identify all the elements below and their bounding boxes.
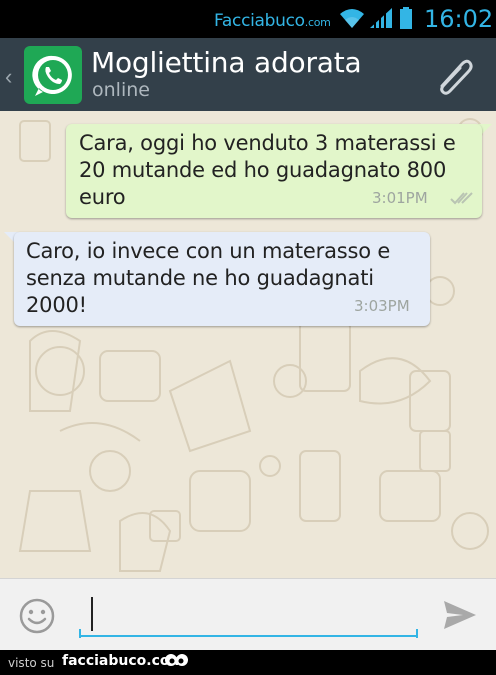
input-underline-right <box>416 629 418 638</box>
message-time: 3:01PM <box>372 189 428 207</box>
wifi-icon <box>340 9 364 28</box>
status-brand: Facciabuco.com <box>214 11 331 31</box>
contact-status: online <box>92 79 150 101</box>
battery-icon <box>400 7 412 29</box>
signal-icon <box>370 8 392 28</box>
message-text: Caro, io invece con un materasso e senza… <box>26 239 391 317</box>
send-icon[interactable] <box>441 598 479 632</box>
status-bar: Facciabuco.com 16:02 <box>0 0 496 38</box>
back-chevron-icon[interactable]: ‹ <box>5 64 12 90</box>
chat-header: ‹ Mogliettina adorata online <box>0 38 496 111</box>
message-bubble-incoming[interactable]: Caro, io invece con un materasso e senza… <box>14 232 430 326</box>
footer-prefix: visto su <box>8 656 55 670</box>
status-time: 16:02 <box>424 5 494 33</box>
message-time: 3:03PM <box>354 297 410 315</box>
smiley-icon[interactable] <box>18 597 56 635</box>
input-underline-left <box>79 629 81 638</box>
text-cursor <box>91 597 93 631</box>
composer-bar <box>0 578 496 650</box>
message-input[interactable] <box>79 595 418 637</box>
message-bubble-outgoing[interactable]: Cara, oggi ho venduto 3 materassi e 20 m… <box>66 124 482 218</box>
chat-area[interactable]: Cara, oggi ho venduto 3 materassi e 20 m… <box>0 111 496 578</box>
contact-name[interactable]: Mogliettina adorata <box>91 46 362 79</box>
attach-paperclip-icon[interactable] <box>432 56 474 96</box>
eyes-logo-icon <box>165 654 188 666</box>
double-check-icon <box>450 192 473 205</box>
whatsapp-logo-icon[interactable] <box>24 46 82 104</box>
watermark-footer: visto su facciabuco.com <box>0 650 496 675</box>
